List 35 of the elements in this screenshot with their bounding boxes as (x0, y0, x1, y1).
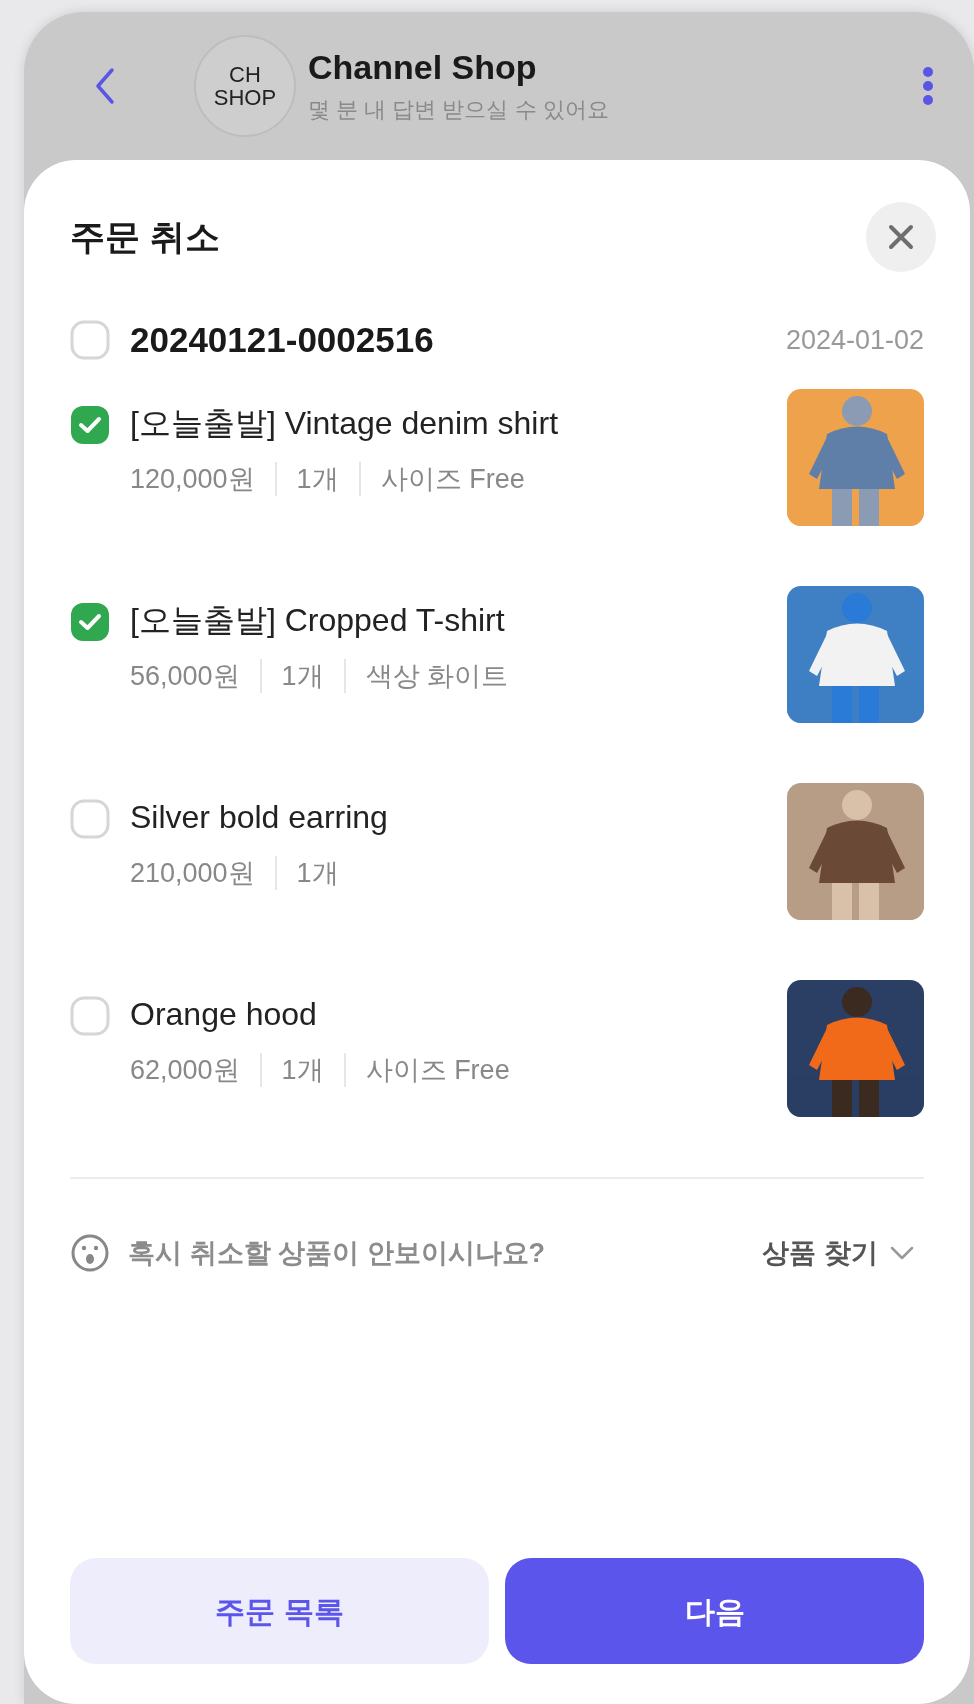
checkbox[interactable] (70, 995, 110, 1036)
next-button[interactable]: 다음 (505, 1558, 924, 1664)
item-detail: 1개 (281, 659, 324, 693)
order-list-button[interactable]: 주문 목록 (70, 1558, 489, 1664)
close-icon (888, 224, 914, 250)
item-title: [오늘출발] Vintage denim shirt (130, 403, 559, 443)
checkbox[interactable] (70, 798, 110, 839)
item-title: [오늘출발] Cropped T-shirt (130, 600, 506, 640)
surprised-face-icon (70, 1232, 110, 1273)
item-detail: 색상 화이트 (365, 659, 509, 693)
item-detail: 62,000원 (130, 1053, 240, 1087)
item-detail: 사이즈 Free (365, 1053, 510, 1087)
checkbox[interactable] (70, 320, 110, 361)
sheet-title: 주문 취소 (70, 215, 220, 258)
more-icon[interactable] (922, 66, 934, 106)
item-title: Orange hood (130, 994, 318, 1034)
channel-title: Channel Shop (308, 47, 538, 89)
item-detail: 210,000원 (130, 856, 255, 890)
order-date: 2024-01-02 (785, 324, 924, 357)
item-title: Silver bold earring (130, 797, 389, 837)
checkbox[interactable] (70, 601, 110, 642)
checkbox[interactable] (70, 404, 110, 445)
item-detail: 1개 (281, 1053, 324, 1087)
item-detail: 사이즈 Free (380, 462, 525, 496)
find-product-button[interactable]: 상품 찾기 (762, 1232, 914, 1273)
back-icon[interactable] (94, 67, 116, 105)
channel-subtitle: 몇 분 내 답변 받으실 수 있어요 (308, 95, 610, 124)
item-detail: 1개 (296, 462, 339, 496)
order-number: 20240121-0002516 (130, 319, 435, 361)
help-text: 혹시 취소할 상품이 안보이시나요? (128, 1236, 546, 1270)
chevron-down-icon (890, 1245, 914, 1260)
item-detail: 56,000원 (130, 659, 240, 693)
item-detail: 120,000원 (130, 462, 255, 496)
avatar: CH SHOP (194, 35, 296, 137)
item-detail: 1개 (296, 856, 339, 890)
